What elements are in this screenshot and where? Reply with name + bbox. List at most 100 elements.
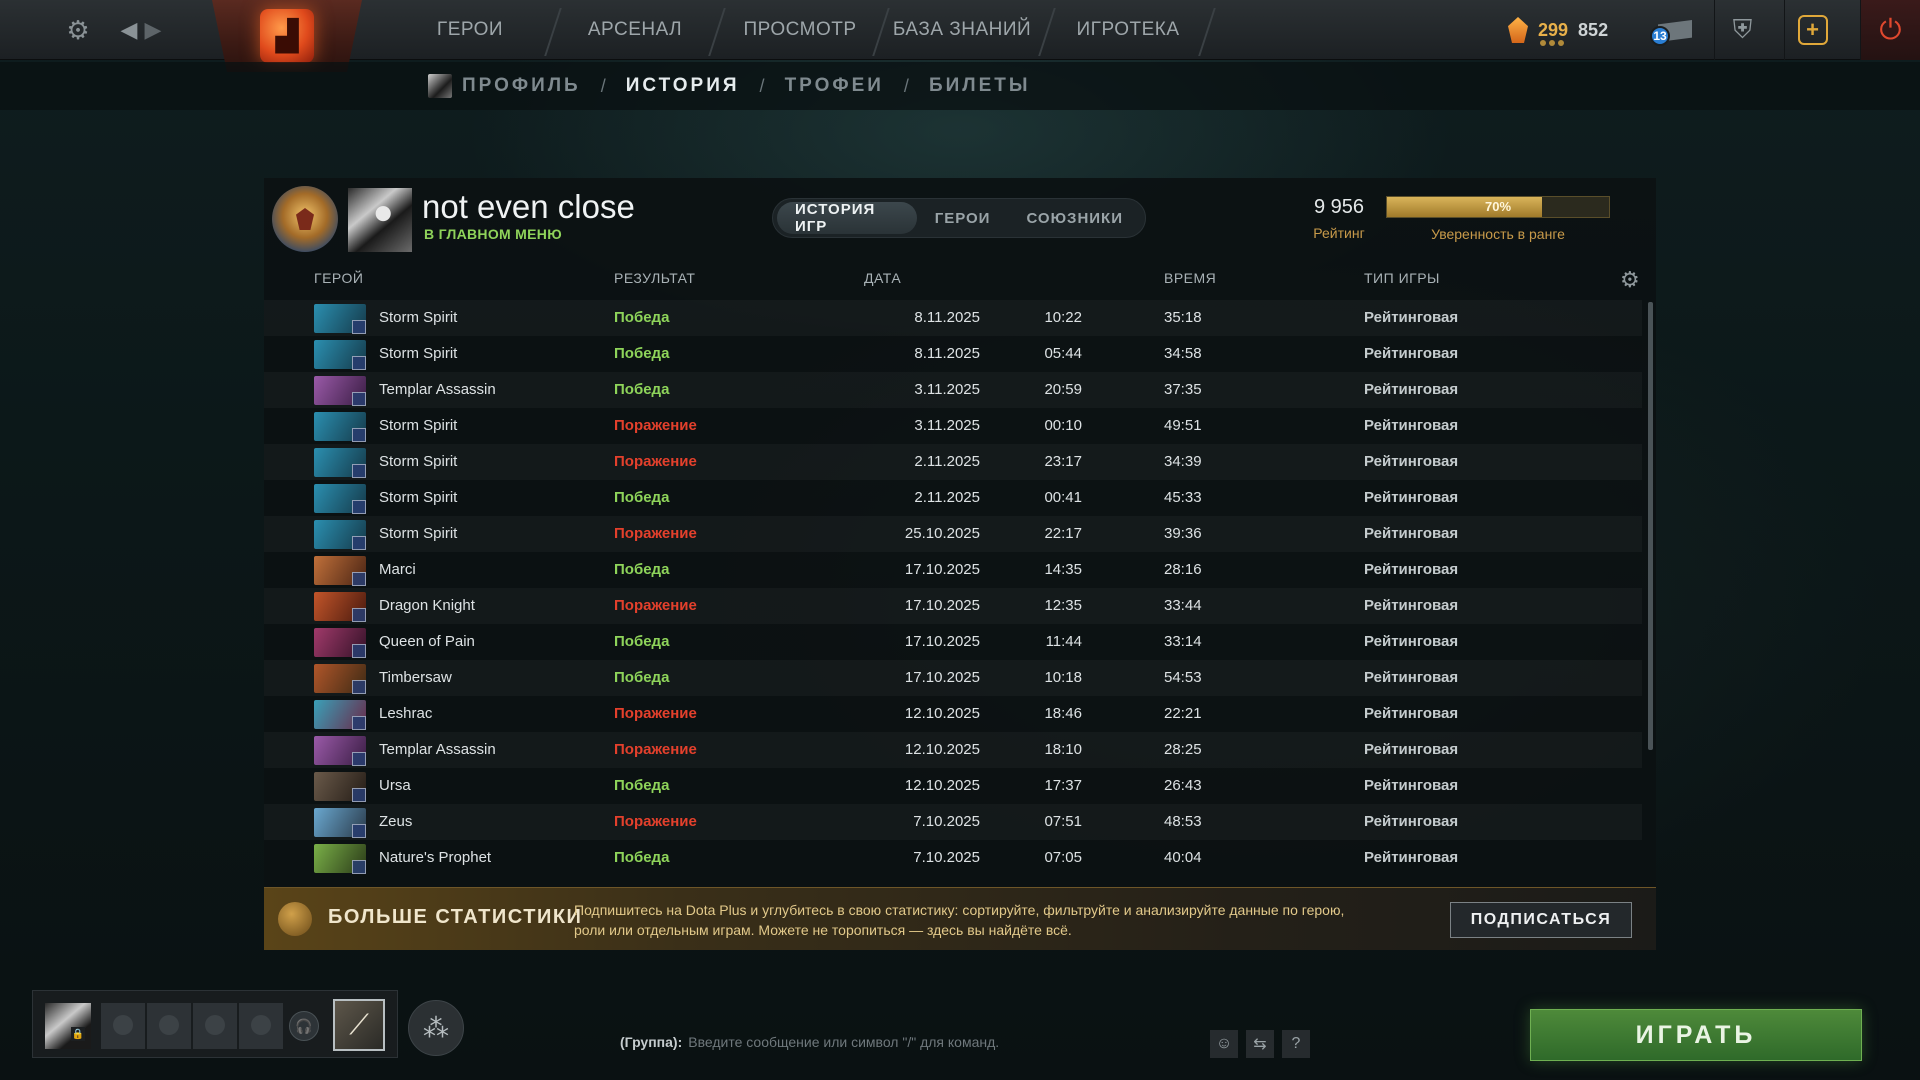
table-row[interactable]: Storm Spirit Поражение 2.11.2025 23:17 34:39… — [264, 444, 1642, 480]
game-mode: Рейтинговая — [1364, 633, 1459, 650]
rank-medal-icon[interactable] — [272, 186, 338, 252]
table-row[interactable]: Templar Assassin Поражение 12.10.2025 18:10… — [264, 732, 1642, 768]
table-row[interactable]: Storm Spirit Победа 8.11.2025 05:44 34:58 Рей… — [264, 336, 1642, 372]
power-icon[interactable]: ⏻ — [1860, 0, 1920, 60]
dota-plus-party-icon[interactable]: ⟋ — [333, 999, 385, 1051]
rating-label: Рейтинг — [1313, 225, 1365, 241]
gear-icon[interactable]: ⚙ — [1620, 267, 1640, 293]
col-hero[interactable]: ГЕРОЙ — [314, 270, 363, 286]
tab-allies[interactable]: СОЮЗНИКИ — [1008, 202, 1141, 234]
table-row[interactable]: Dragon Knight Поражение 17.10.2025 12:35 33:… — [264, 588, 1642, 624]
match-time: 18:10 — [1044, 741, 1082, 758]
confidence-bar: 70% — [1386, 196, 1610, 218]
avatar[interactable] — [348, 188, 412, 252]
emoji-icon[interactable]: ☺ — [1210, 1030, 1238, 1058]
tab-heroes[interactable]: ГЕРОИ — [917, 202, 1009, 234]
hero-name: Nature's Prophet — [379, 849, 492, 866]
table-row[interactable]: Leshrac Поражение 12.10.2025 18:46 22:21 Рейт… — [264, 696, 1642, 732]
table-row[interactable]: Storm Spirit Победа 2.11.2025 00:41 45:33 Рей… — [264, 480, 1642, 516]
match-date: 17.10.2025 — [904, 597, 980, 614]
subscribe-button[interactable]: ПОДПИСАТЬСЯ — [1450, 902, 1632, 938]
role-badge-icon — [352, 392, 366, 406]
match-date: 7.10.2025 — [913, 849, 980, 866]
game-mode: Рейтинговая — [1364, 849, 1459, 866]
match-date: 2.11.2025 — [914, 453, 980, 470]
match-time: 12:35 — [1044, 597, 1082, 614]
currency-dots — [1540, 40, 1564, 46]
chat-channel[interactable]: (Группа): — [620, 1034, 682, 1050]
game-mode: Рейтинговая — [1364, 525, 1459, 542]
nav-arcade[interactable]: ИГРОТЕКА — [1060, 0, 1196, 60]
party-slot[interactable] — [239, 1003, 283, 1049]
chat-input[interactable]: Введите сообщение или символ "/" для ком… — [688, 1034, 999, 1050]
match-date: 25.10.2025 — [904, 525, 980, 542]
col-date[interactable]: ДАТА — [864, 270, 901, 286]
hero-name: Queen of Pain — [379, 633, 475, 650]
col-duration[interactable]: ВРЕМЯ — [1164, 270, 1216, 286]
help-icon[interactable]: ? — [1282, 1030, 1310, 1058]
dota-logo-icon: ▟ — [260, 9, 314, 63]
table-row[interactable]: Marci Победа 17.10.2025 14:35 28:16 Рейтингов… — [264, 552, 1642, 588]
dota-plus-banner: БОЛЬШЕ СТАТИСТИКИ Подпишитесь на Dota Pl… — [264, 887, 1656, 950]
table-row[interactable]: Queen of Pain Победа 17.10.2025 11:44 33:14 Р… — [264, 624, 1642, 660]
profile-subnav: ПРОФИЛЬ / ИСТОРИЯ / ТРОФЕИ / БИЛЕТЫ — [0, 62, 1920, 110]
nav-arsenal[interactable]: АРСЕНАЛ — [570, 0, 700, 60]
match-result: Поражение — [614, 597, 697, 614]
forward-arrow-icon[interactable]: ▶ — [142, 14, 164, 46]
match-result: Поражение — [614, 813, 697, 830]
translate-icon[interactable]: ⇆ — [1246, 1030, 1274, 1058]
table-row[interactable]: Nature's Prophet Победа 7.10.2025 07:05 40:0… — [264, 840, 1642, 876]
game-mode: Рейтинговая — [1364, 381, 1459, 398]
table-row[interactable]: Storm Spirit Поражение 25.10.2025 22:17 39:3… — [264, 516, 1642, 552]
hero-name: Storm Spirit — [379, 309, 458, 326]
party-slot[interactable] — [101, 1003, 145, 1049]
match-result: Победа — [614, 633, 670, 650]
plus-description: Подпишитесь на Dota Plus и углубитесь в … — [574, 902, 1345, 938]
match-date: 12.10.2025 — [904, 777, 980, 794]
chat-bar[interactable]: (Группа): Введите сообщение или символ "… — [620, 1030, 999, 1054]
match-result: Поражение — [614, 741, 697, 758]
hero-name: Ursa — [379, 777, 411, 794]
match-result: Победа — [614, 669, 670, 686]
subnav-profile[interactable]: ПРОФИЛЬ — [462, 75, 581, 97]
table-row[interactable]: Timbersaw Победа 17.10.2025 10:18 54:53 Рейти… — [264, 660, 1642, 696]
tab-match-history[interactable]: ИСТОРИЯ ИГР — [777, 201, 917, 235]
nav-knowledge-base[interactable]: БАЗА ЗНАНИЙ — [888, 0, 1036, 60]
table-row[interactable]: Templar Assassin Победа 3.11.2025 20:59 37:3… — [264, 372, 1642, 408]
col-game-mode[interactable]: ТИП ИГРЫ — [1364, 270, 1440, 286]
subnav-history[interactable]: ИСТОРИЯ — [626, 75, 740, 97]
subnav-tickets[interactable]: БИЛЕТЫ — [929, 75, 1031, 97]
subnav-separator: / — [903, 75, 909, 96]
table-row[interactable]: Zeus Поражение 7.10.2025 07:51 48:53 Рейтинго… — [264, 804, 1642, 840]
table-row[interactable]: Storm Spirit Поражение 3.11.2025 00:10 49:51… — [264, 408, 1642, 444]
hero-name: Marci — [379, 561, 416, 578]
subnav-trophies[interactable]: ТРОФЕИ — [785, 75, 884, 97]
back-arrow-icon[interactable]: ◀ — [118, 14, 140, 46]
match-time: 07:51 — [1044, 813, 1082, 830]
match-list[interactable]: Storm Spirit Победа 8.11.2025 10:22 35:18 Рей… — [264, 300, 1642, 882]
dota-plus-button[interactable]: + — [1784, 0, 1840, 60]
scrollbar[interactable] — [1648, 302, 1653, 750]
party-slot[interactable] — [147, 1003, 191, 1049]
match-duration: 48:53 — [1164, 813, 1202, 830]
nav-watch[interactable]: ПРОСМОТР — [730, 0, 870, 60]
hero-name: Templar Assassin — [379, 741, 496, 758]
table-row[interactable]: Storm Spirit Победа 8.11.2025 10:22 35:18 Рей… — [264, 300, 1642, 336]
party-slot[interactable] — [193, 1003, 237, 1049]
avatar[interactable] — [45, 1003, 91, 1049]
col-result[interactable]: РЕЗУЛЬТАТ — [614, 270, 695, 286]
nav-heroes[interactable]: ГЕРОИ — [410, 0, 530, 60]
armory-icon[interactable]: ⛨ — [1714, 0, 1770, 60]
currency-display[interactable]: 299 852 — [1508, 12, 1608, 48]
mic-icon[interactable]: 🎧 — [289, 1011, 319, 1041]
mail-button[interactable]: 13 — [1650, 14, 1694, 46]
gear-icon[interactable]: ⚙ — [60, 12, 96, 48]
game-mode: Рейтинговая — [1364, 309, 1459, 326]
table-row[interactable]: Ursa Победа 12.10.2025 17:37 26:43 Рейтингова… — [264, 768, 1642, 804]
role-badge-icon — [352, 788, 366, 802]
match-duration: 39:36 — [1164, 525, 1202, 542]
group-icon[interactable]: ⁂ — [408, 1000, 464, 1056]
play-button[interactable]: ИГРАТЬ — [1530, 1009, 1862, 1061]
match-duration: 26:43 — [1164, 777, 1202, 794]
player-name: not even close — [422, 188, 635, 225]
